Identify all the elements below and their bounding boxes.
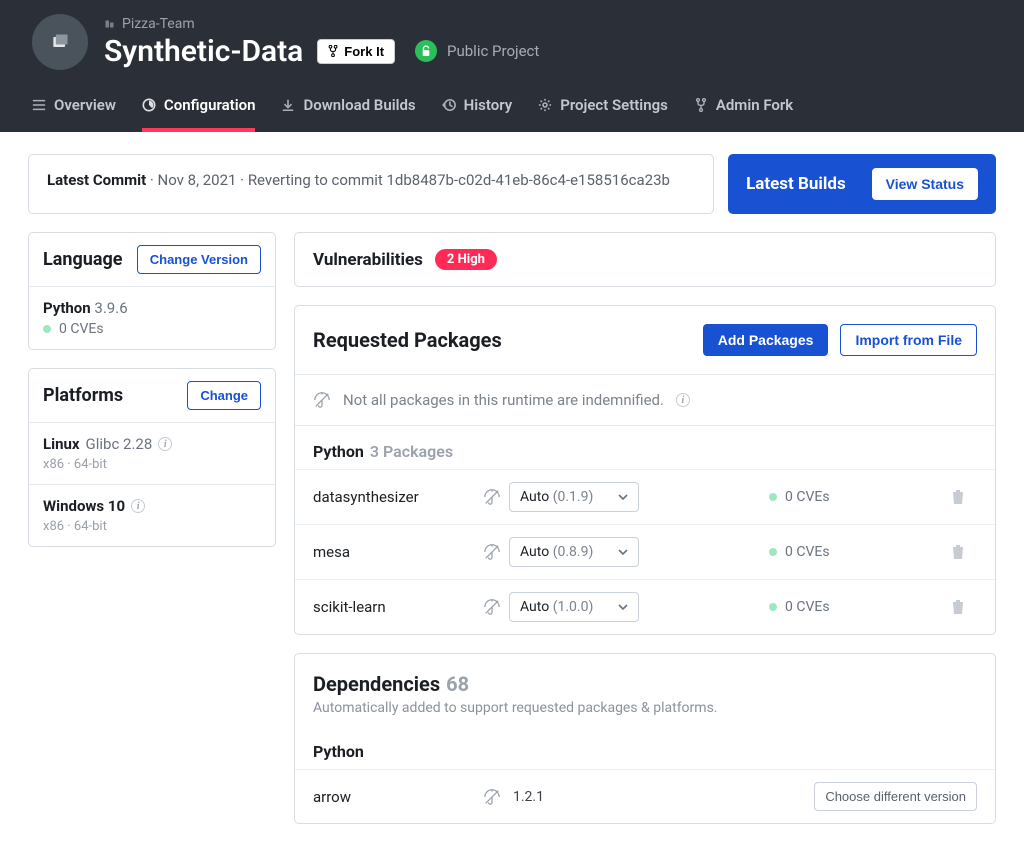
platform-extra: Glibc 2.28 <box>86 435 153 453</box>
cve-dot-icon <box>769 548 777 556</box>
tab-project-settings[interactable]: Project Settings <box>538 96 668 132</box>
delete-package-button[interactable] <box>951 544 977 560</box>
trash-icon <box>951 599 965 615</box>
org-name: Pizza-Team <box>122 16 195 32</box>
tab-configuration[interactable]: Configuration <box>142 96 256 132</box>
umbrella-icon <box>483 788 501 806</box>
indemnified-text: Not all packages in this runtime are ind… <box>343 391 664 409</box>
info-icon[interactable]: i <box>158 437 172 451</box>
dependency-version: 1.2.1 <box>513 789 544 805</box>
wrench-icon <box>142 98 156 112</box>
package-name[interactable]: mesa <box>313 543 483 561</box>
delete-package-button[interactable] <box>951 599 977 615</box>
requested-packages-title: Requested Packages <box>313 328 502 352</box>
package-cve: 0 CVEs <box>785 599 830 615</box>
package-name[interactable]: scikit-learn <box>313 598 483 616</box>
vuln-high-badge[interactable]: 2 High <box>435 249 497 270</box>
project-avatar <box>32 14 88 70</box>
language-version: 3.9.6 <box>94 299 127 317</box>
menu-icon <box>32 98 46 112</box>
trash-icon <box>951 489 965 505</box>
package-cve: 0 CVEs <box>785 544 830 560</box>
tab-overview[interactable]: Overview <box>32 96 116 132</box>
import-from-file-button[interactable]: Import from File <box>840 324 977 356</box>
change-platforms-button[interactable]: Change <box>187 381 261 410</box>
cve-dot-icon <box>43 325 51 333</box>
dependencies-count: 68 <box>446 672 469 696</box>
requested-packages-card: Requested Packages Add Packages Import f… <box>294 305 996 635</box>
chevron-down-icon <box>618 549 628 555</box>
dependencies-subtitle: Automatically added to support requested… <box>313 700 977 716</box>
package-group-title: Python <box>313 442 364 461</box>
add-packages-button[interactable]: Add Packages <box>703 324 829 356</box>
package-row: mesa Auto (0.8.9) 0 CVEs <box>295 524 995 579</box>
package-row: datasynthesizer Auto (0.1.9) 0 CVEs <box>295 469 995 524</box>
fork-icon <box>328 45 338 57</box>
org-icon <box>104 18 116 30</box>
tab-download-builds[interactable]: Download Builds <box>281 96 415 132</box>
view-status-button[interactable]: View Status <box>872 168 978 200</box>
latest-builds-box: Latest Builds View Status <box>728 154 996 214</box>
dependency-group-title: Python <box>295 722 995 769</box>
latest-builds-title: Latest Builds <box>746 174 846 194</box>
language-title: Language <box>43 249 122 270</box>
umbrella-icon <box>483 598 501 616</box>
info-icon[interactable]: i <box>676 393 690 407</box>
project-title: Synthetic-Data <box>104 34 303 69</box>
fork-icon <box>694 98 708 112</box>
info-icon[interactable]: i <box>131 499 145 513</box>
umbrella-icon <box>483 488 501 506</box>
cve-dot-icon <box>769 603 777 611</box>
umbrella-icon <box>483 543 501 561</box>
change-version-button[interactable]: Change Version <box>137 245 261 274</box>
package-cve: 0 CVEs <box>785 489 830 505</box>
package-name[interactable]: datasynthesizer <box>313 488 483 506</box>
delete-package-button[interactable] <box>951 489 977 505</box>
org-breadcrumb[interactable]: Pizza-Team <box>104 16 539 32</box>
version-select[interactable]: Auto (0.8.9) <box>509 537 639 567</box>
vulnerabilities-title: Vulnerabilities <box>313 250 423 270</box>
visibility-label: Public Project <box>447 42 539 60</box>
platform-arch: x86 · 64-bit <box>43 519 261 534</box>
dependencies-title: Dependencies <box>313 672 440 696</box>
umbrella-icon <box>313 391 331 409</box>
version-select[interactable]: Auto (0.1.9) <box>509 482 639 512</box>
unlock-icon <box>415 40 437 62</box>
chevron-down-icon <box>618 494 628 500</box>
history-icon <box>442 98 456 112</box>
tab-history[interactable]: History <box>442 96 513 132</box>
platform-name: Linux <box>43 435 80 453</box>
latest-commit-text: · Nov 8, 2021 · Reverting to commit 1db8… <box>146 171 670 189</box>
gear-icon <box>538 98 552 112</box>
chevron-down-icon <box>618 604 628 610</box>
tab-admin-fork[interactable]: Admin Fork <box>694 96 793 132</box>
package-row: scikit-learn Auto (1.0.0) 0 CVEs <box>295 579 995 634</box>
platform-arch: x86 · 64-bit <box>43 457 261 472</box>
dependencies-card: Dependencies68 Automatically added to su… <box>294 653 996 824</box>
version-select[interactable]: Auto (1.0.0) <box>509 592 639 622</box>
cve-dot-icon <box>769 493 777 501</box>
language-card: Language Change Version Python 3.9.6 0 C… <box>28 232 276 350</box>
language-cve: 0 CVEs <box>59 321 104 337</box>
latest-commit-box: Latest Commit · Nov 8, 2021 · Reverting … <box>28 154 714 214</box>
language-name: Python <box>43 299 91 317</box>
trash-icon <box>951 544 965 560</box>
download-icon <box>281 98 295 112</box>
platforms-title: Platforms <box>43 385 123 406</box>
dependency-row: arrow 1.2.1 Choose different version <box>295 769 995 823</box>
platforms-card: Platforms Change Linux Glibc 2.28 i x86 … <box>28 368 276 547</box>
tab-bar: Overview Configuration Download Builds H… <box>0 80 1024 132</box>
vulnerabilities-card: Vulnerabilities 2 High <box>294 232 996 287</box>
dependency-name[interactable]: arrow <box>313 788 483 806</box>
platform-name: Windows 10 <box>43 497 125 515</box>
choose-version-button[interactable]: Choose different version <box>814 782 977 811</box>
fork-button[interactable]: Fork It <box>317 39 395 64</box>
latest-commit-label: Latest Commit <box>47 171 146 189</box>
package-group-count: 3 Packages <box>370 442 453 461</box>
